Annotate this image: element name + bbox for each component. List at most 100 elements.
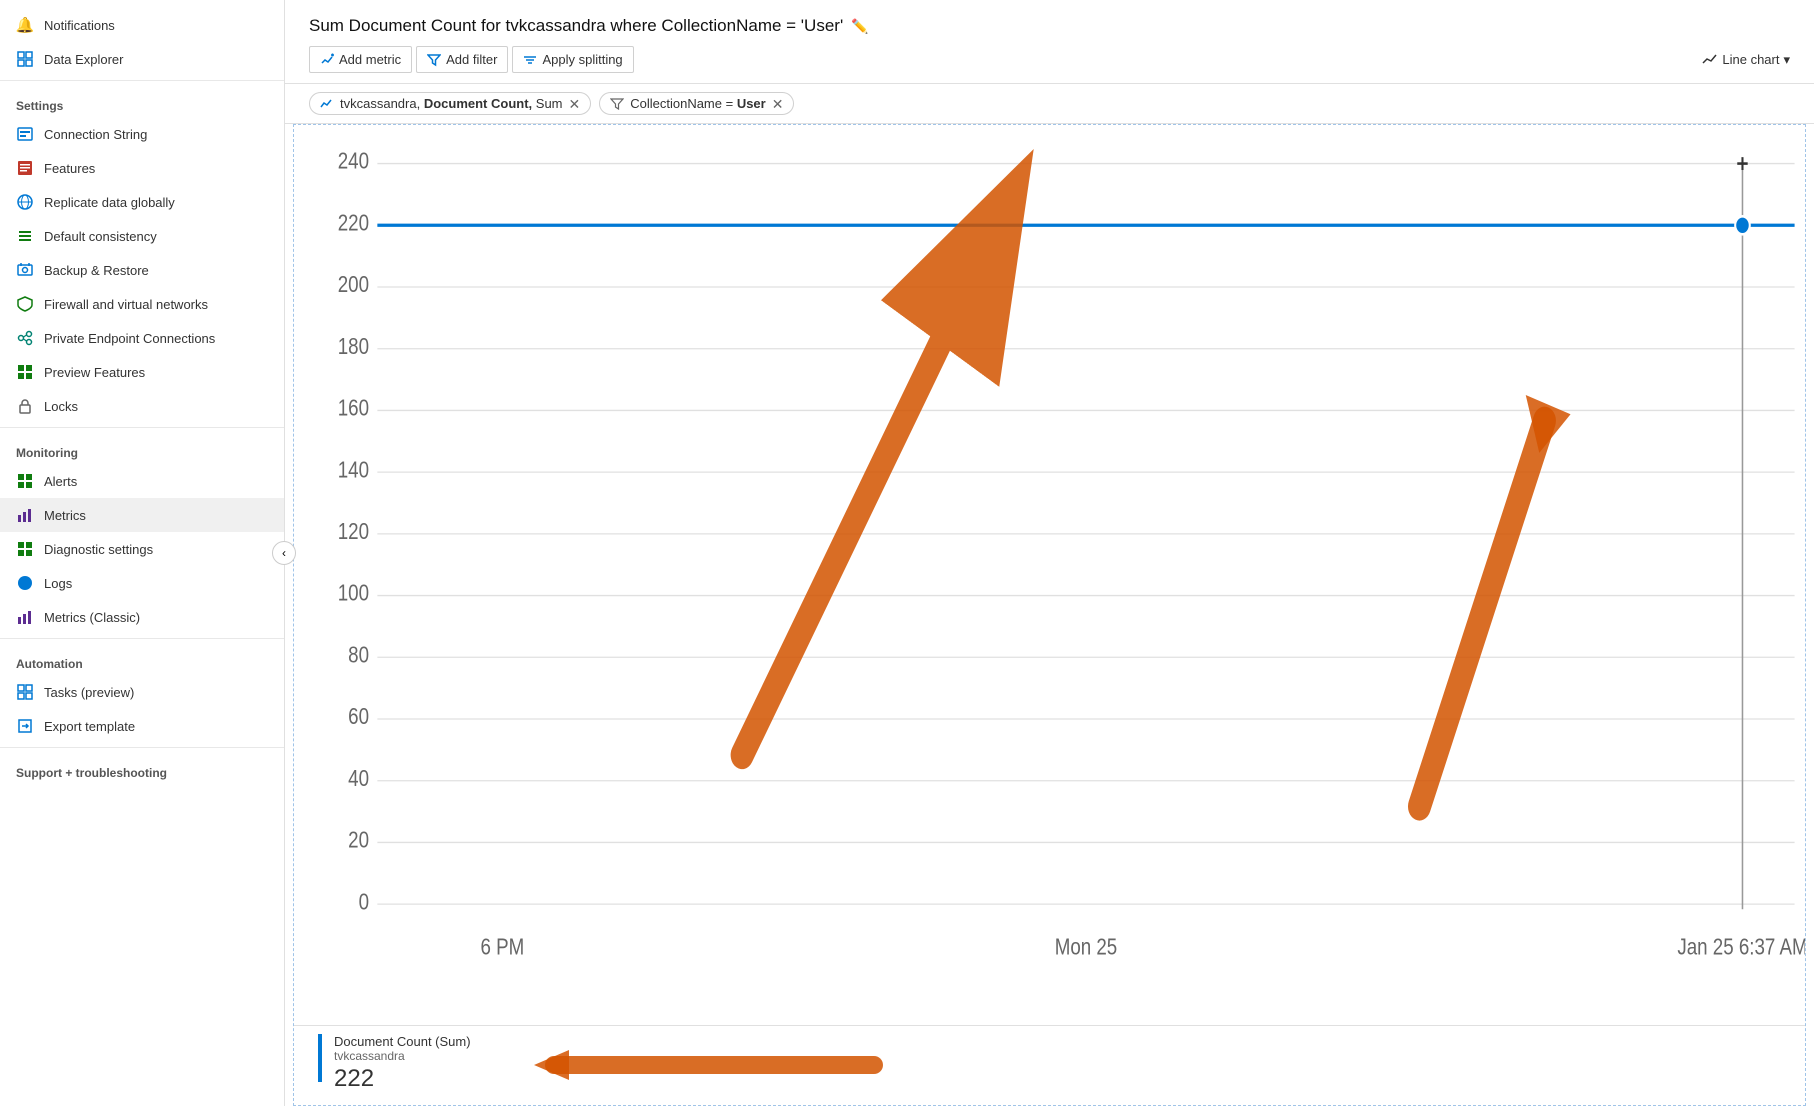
svg-text:6 PM: 6 PM — [481, 935, 525, 960]
svg-text:80: 80 — [348, 643, 369, 668]
add-filter-label: Add filter — [446, 52, 497, 67]
sidebar-item-logs[interactable]: Logs — [0, 566, 284, 600]
sidebar-item-diagnostic-settings[interactable]: Diagnostic settings — [0, 532, 284, 566]
sidebar: 🔔 Notifications Data Explorer Settings C… — [0, 0, 285, 1106]
metric-pill[interactable]: tvkcassandra, Document Count, Sum ✕ — [309, 92, 591, 115]
sidebar-item-notifications[interactable]: 🔔 Notifications — [0, 8, 284, 42]
metric-pill-icon — [320, 98, 334, 110]
svg-text:120: 120 — [338, 519, 369, 544]
svg-text:100: 100 — [338, 581, 369, 606]
svg-text:40: 40 — [348, 766, 369, 791]
sidebar-item-metrics[interactable]: Metrics — [0, 498, 284, 532]
add-metric-icon — [320, 53, 334, 67]
sidebar-item-label: Locks — [44, 399, 78, 414]
diagnostic-settings-icon — [16, 540, 34, 558]
sidebar-item-metrics-classic[interactable]: Metrics (Classic) — [0, 600, 284, 634]
legend-label: Document Count (Sum) — [334, 1034, 471, 1049]
line-chart-label: Line chart — [1722, 52, 1779, 67]
filter-pill[interactable]: CollectionName = User ✕ — [599, 92, 794, 115]
sidebar-item-alerts[interactable]: Alerts — [0, 464, 284, 498]
default-consistency-icon — [16, 227, 34, 245]
logs-icon — [16, 574, 34, 592]
sidebar-item-label: Tasks (preview) — [44, 685, 134, 700]
legend-text-block: Document Count (Sum) tvkcassandra 222 — [334, 1034, 471, 1093]
legend-arrow — [494, 1035, 894, 1095]
alerts-icon — [16, 472, 34, 490]
apply-splitting-button[interactable]: Apply splitting — [512, 46, 633, 73]
sidebar-item-label: Metrics (Classic) — [44, 610, 140, 625]
support-section-title: Support + troubleshooting — [0, 752, 284, 784]
sidebar-item-private-endpoint[interactable]: Private Endpoint Connections — [0, 321, 284, 355]
legend-value: 222 — [334, 1065, 471, 1093]
svg-text:0: 0 — [359, 890, 369, 915]
sidebar-item-label: Diagnostic settings — [44, 542, 153, 557]
sidebar-item-label: Features — [44, 161, 95, 176]
chart-edit-icon[interactable]: ✏️ — [851, 18, 868, 35]
sidebar-item-label: Connection String — [44, 127, 147, 142]
svg-text:200: 200 — [338, 272, 369, 297]
chart-legend: Document Count (Sum) tvkcassandra 222 — [294, 1025, 1805, 1105]
sidebar-collapse-button[interactable]: ‹ — [272, 541, 296, 565]
sidebar-item-tasks-preview[interactable]: Tasks (preview) — [0, 675, 284, 709]
sidebar-item-label: Private Endpoint Connections — [44, 331, 215, 346]
svg-text:240: 240 — [338, 149, 369, 174]
chart-header: Sum Document Count for tvkcassandra wher… — [285, 0, 1814, 36]
metric-pill-close[interactable]: ✕ — [569, 97, 581, 111]
features-icon — [16, 159, 34, 177]
svg-text:Jan 25 6:37 AM: Jan 25 6:37 AM — [1677, 935, 1805, 960]
toolbar-right: Line chart ▾ — [1702, 52, 1790, 68]
add-filter-button[interactable]: Add filter — [416, 46, 508, 73]
tasks-preview-icon — [16, 683, 34, 701]
svg-text:180: 180 — [338, 334, 369, 359]
sidebar-item-backup-restore[interactable]: Backup & Restore — [0, 253, 284, 287]
apply-splitting-label: Apply splitting — [542, 52, 622, 67]
sidebar-item-label: Preview Features — [44, 365, 145, 380]
filter-pill-text: CollectionName = User — [630, 96, 766, 111]
metrics-icon — [16, 506, 34, 524]
sidebar-item-data-explorer[interactable]: Data Explorer — [0, 42, 284, 76]
svg-text:60: 60 — [348, 704, 369, 729]
svg-text:20: 20 — [348, 828, 369, 853]
sidebar-item-features[interactable]: Features — [0, 151, 284, 185]
replicate-data-icon — [16, 193, 34, 211]
export-template-icon — [16, 717, 34, 735]
pills-row: tvkcassandra, Document Count, Sum ✕ Coll… — [285, 84, 1814, 124]
sidebar-item-firewall[interactable]: Firewall and virtual networks — [0, 287, 284, 321]
svg-text:160: 160 — [338, 396, 369, 421]
legend-color-bar — [318, 1034, 322, 1082]
connection-string-icon — [16, 125, 34, 143]
add-filter-icon — [427, 53, 441, 67]
sidebar-item-export-template[interactable]: Export template — [0, 709, 284, 743]
main-content: Sum Document Count for tvkcassandra wher… — [285, 0, 1814, 1106]
automation-section-title: Automation — [0, 643, 284, 675]
line-chart-chevron[interactable]: ▾ — [1783, 52, 1790, 68]
sidebar-item-connection-string[interactable]: Connection String — [0, 117, 284, 151]
sidebar-item-label: Backup & Restore — [44, 263, 149, 278]
sidebar-item-locks[interactable]: Locks — [0, 389, 284, 423]
sidebar-item-label: Data Explorer — [44, 52, 123, 67]
notifications-icon: 🔔 — [16, 16, 34, 34]
settings-section-title: Settings — [0, 85, 284, 117]
chart-title: Sum Document Count for tvkcassandra wher… — [309, 16, 843, 36]
monitoring-section-title: Monitoring — [0, 432, 284, 464]
add-metric-label: Add metric — [339, 52, 401, 67]
apply-splitting-icon — [523, 53, 537, 67]
backup-restore-icon — [16, 261, 34, 279]
svg-text:220: 220 — [338, 211, 369, 236]
firewall-icon — [16, 295, 34, 313]
filter-pill-close[interactable]: ✕ — [772, 97, 784, 111]
sidebar-item-label: Default consistency — [44, 229, 157, 244]
sidebar-item-label: Notifications — [44, 18, 115, 33]
metrics-classic-icon — [16, 608, 34, 626]
add-metric-button[interactable]: Add metric — [309, 46, 412, 73]
metric-pill-text: tvkcassandra, Document Count, Sum — [340, 96, 563, 111]
data-explorer-icon — [16, 50, 34, 68]
sidebar-item-label: Logs — [44, 576, 72, 591]
svg-text:Mon 25: Mon 25 — [1055, 935, 1118, 960]
chart-svg: 240 220 200 180 160 140 120 100 80 60 40… — [294, 125, 1805, 1025]
svg-text:140: 140 — [338, 458, 369, 483]
sidebar-item-default-consistency[interactable]: Default consistency — [0, 219, 284, 253]
line-chart-icon — [1702, 53, 1718, 67]
sidebar-item-replicate-data[interactable]: Replicate data globally — [0, 185, 284, 219]
sidebar-item-preview-features[interactable]: Preview Features — [0, 355, 284, 389]
